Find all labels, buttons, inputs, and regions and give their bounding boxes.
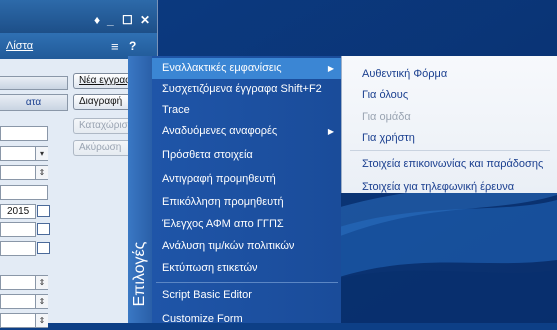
chevron-down-icon[interactable]: ▾ [35,147,48,160]
text-field[interactable] [0,185,48,200]
menu-item-popup-reports[interactable]: Αναδυόμενες αναφορές ▶ [152,121,341,142]
submenu-item-for-group[interactable]: Για ομάδα [362,110,411,124]
submenu-item-for-all[interactable]: Για όλους [362,88,408,102]
menu-item-trace[interactable]: Trace [152,100,341,121]
menu-item-script-editor[interactable]: Script Basic Editor [152,285,341,306]
submenu-separator [350,150,550,151]
tab-data[interactable]: ατα [0,94,68,111]
alternate-views-submenu: Αυθεντική Φόρμα Για όλους Για ομάδα Για … [341,56,557,193]
spin-field[interactable]: ⇕ [0,294,48,309]
tab-general[interactable] [0,76,68,90]
menu-item-pricing-analysis[interactable]: Ανάλυση τιμ/κών πολιτικών [152,236,341,257]
spinner-icon[interactable]: ⇕ [35,166,48,179]
menu-lines-icon[interactable]: ≡ [111,40,119,53]
list-link[interactable]: Λίστα [6,40,33,52]
window-titlebar: ♦ _ ☐ ✕ [0,0,157,33]
spin-field[interactable]: ⇕ [0,165,48,180]
menu-item-copy-supplier[interactable]: Αντιγραφή προμηθευτή [152,169,341,190]
calendar-icon[interactable] [37,242,50,254]
pin-icon[interactable]: ♦ [94,14,100,26]
options-sidebar-title: Επιλογές [131,241,148,307]
chevron-right-icon: ▶ [327,64,334,73]
menu-item-additional-data[interactable]: Πρόσθετα στοιχεία [152,145,341,166]
text-field[interactable] [0,126,48,141]
close-icon[interactable]: ✕ [140,14,150,26]
help-icon[interactable]: ? [129,40,136,53]
menu-item-vat-check[interactable]: Έλεγχος ΑΦΜ απο ΓΓΠΣ [152,214,341,235]
submenu-item-contact-delivery[interactable]: Στοιχεία επικοινωνίας και παράδοσης [362,157,543,171]
menu-item-print-labels[interactable]: Εκτύπωση ετικετών [152,258,341,279]
spinner-icon[interactable]: ⇕ [35,276,48,289]
options-menu: Εναλλακτικές εμφανίσεις ▶ Συσχετιζόμενα έ… [152,56,341,325]
submenu-item-phone-survey[interactable]: Στοιχεία για τηλεφωνική έρευνα [362,180,514,194]
submenu-item-for-user[interactable]: Για χρήστη [362,131,415,145]
date-field[interactable] [0,241,36,256]
spinner-icon[interactable]: ⇕ [35,295,48,308]
menu-item-alternate-views[interactable]: Εναλλακτικές εμφανίσεις ▶ [152,58,341,79]
maximize-icon[interactable]: ☐ [122,14,133,26]
date-field[interactable] [0,222,36,237]
calendar-icon[interactable] [37,205,50,217]
menu-item-paste-supplier[interactable]: Επικόλληση προμηθευτή [152,192,341,213]
calendar-icon[interactable] [37,223,50,235]
date-field[interactable]: 2015 [0,204,36,219]
menu-item-customize-form[interactable]: Customize Form [152,309,341,330]
combo-field[interactable]: ▾ [0,146,48,161]
minimize-icon[interactable]: _ [107,14,114,26]
submenu-item-original-form[interactable]: Αυθεντική Φόρμα [362,67,447,81]
chevron-right-icon: ▶ [327,127,334,136]
spin-field[interactable]: ⇕ [0,313,48,328]
menu-separator [156,282,338,283]
menu-item-related-documents[interactable]: Συσχετιζόμενα έγγραφα Shift+F2 [152,79,341,100]
spin-field[interactable]: ⇕ [0,275,48,290]
spinner-icon[interactable]: ⇕ [35,314,48,327]
